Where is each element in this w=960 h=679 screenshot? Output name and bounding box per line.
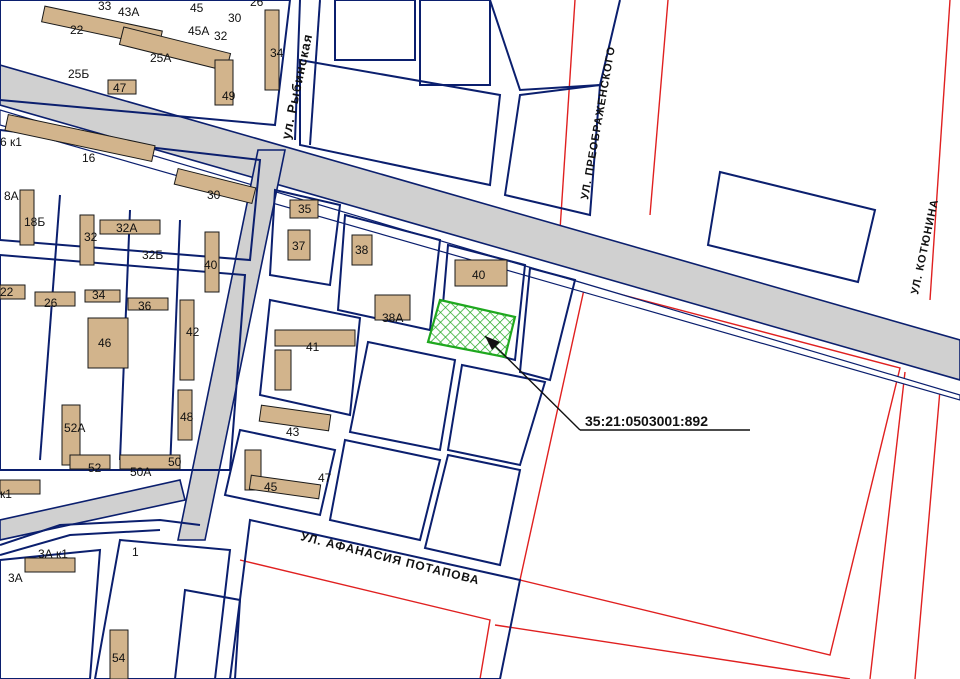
building-number: 43А [118,5,139,19]
street-label-kotyunina: УЛ. КОТЮНИНА [909,198,941,296]
building-number: 52 [88,461,102,475]
building-number: 49 [222,89,236,103]
building-number: 16 [82,151,96,165]
building-number: 30 [207,188,221,202]
street-label-preobrazhenskogo: УЛ. ПРЕОБРАЖЕНСКОГО [579,45,618,200]
building-number: 22 [0,285,14,299]
building-number: 47 [318,471,332,485]
building-number: 26 [44,296,58,310]
building-number: 40 [472,268,486,282]
building-number: к1 [0,487,12,501]
building-number: 18Б [24,215,45,229]
building-number: 40 [204,258,218,272]
building-number: 45 [190,1,204,15]
building-number: 50 [168,455,182,469]
building-number: 32 [214,29,228,43]
building-number: 45 [264,480,278,494]
building-number: 52А [64,421,85,435]
building-number: 37 [292,239,306,253]
building-number: 3А к1 [38,547,68,561]
building-number: 3А [8,571,23,585]
building-number: 35 [298,202,312,216]
highlighted-parcel[interactable] [426,298,517,359]
building-number: 42 [186,325,200,339]
building-number: 25Б [68,67,89,81]
building-number: 34 [270,46,284,60]
building-number: 25А [150,51,171,65]
building-number: 43 [286,425,300,439]
building-number: 36 [138,299,152,313]
building-number: 30 [228,11,242,25]
building-number: 1 [132,545,139,559]
building-number: 38А [382,311,403,325]
building-number: 22 [70,23,84,37]
building-number: 32А [116,221,137,235]
building-number: 54 [112,651,126,665]
building-number: 38 [355,243,369,257]
building-number: 47 [113,81,127,95]
building-number: 48 [180,410,194,424]
building-number: 41 [306,340,320,354]
cadastral-number-label: 35:21:0503001:892 [585,413,708,429]
cadastral-map: 35:21:0503001:892 ул. Рыбинская УЛ. ПРЕО… [0,0,960,679]
building-number: 8А [4,189,19,203]
building-number: 32Б [142,248,163,262]
building-number: 50А [130,465,151,479]
building-number: 32 [84,230,98,244]
street-label-afanasiya-potapova: УЛ. АФАНАСИЯ ПОТАПОВА [299,529,481,587]
building-number: 33 [98,0,112,13]
building-number: 34 [92,288,106,302]
building-number: 46 [98,336,112,350]
building-number: 45А [188,24,209,38]
building-number: 6 к1 [0,135,22,149]
building-number: 26 [250,0,264,9]
